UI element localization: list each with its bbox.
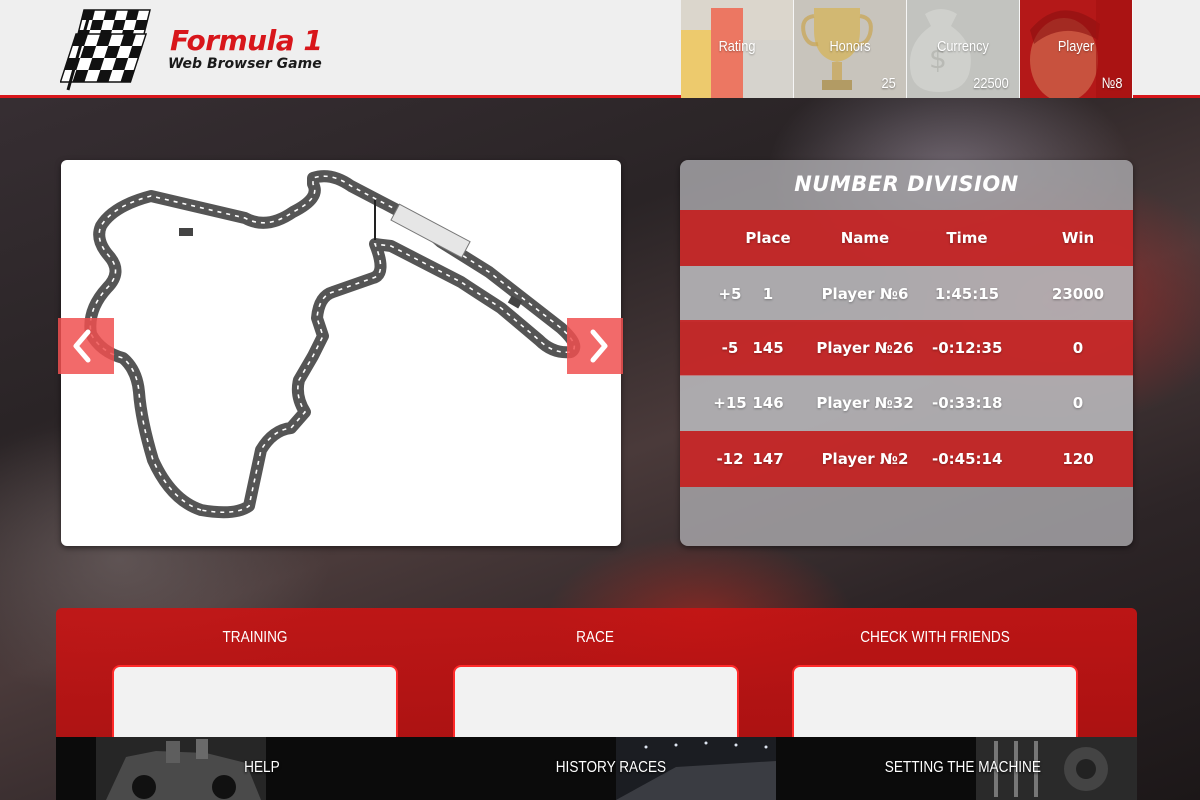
history-races-label: HISTORY RACES	[555, 759, 667, 776]
mode-race-label: RACE	[576, 629, 614, 646]
setting-the-machine-button[interactable]: SETTING THE MACHINE	[776, 737, 1137, 800]
prev-track-button[interactable]	[58, 318, 114, 374]
row-place: 147	[752, 450, 784, 468]
row-time: -0:33:18	[932, 394, 1003, 412]
game-logo[interactable]: Formula 1 Web Browser Game	[59, 6, 330, 92]
chevron-right-icon	[590, 329, 608, 363]
pit-crew-icon	[96, 737, 266, 800]
checkered-flag-icon	[59, 9, 151, 91]
help-label: HELP	[244, 759, 280, 776]
mode-friends-label: CHECK WITH FRIENDS	[860, 629, 1010, 646]
help-button[interactable]: HELP	[56, 737, 416, 800]
stat-currency[interactable]: $ Currency 22500	[907, 0, 1020, 98]
mode-training-label: TRAINING	[222, 629, 288, 646]
stat-player-label: Player	[1057, 38, 1095, 55]
table-row[interactable]: +5 1 Player №6 1:45:15 23000	[680, 266, 1133, 322]
stat-player-value: №8	[1101, 75, 1122, 92]
row-name: Player №26	[816, 339, 914, 357]
bottom-menu: HELP HISTORY RACES SETTING THE MACHINE	[56, 737, 1137, 800]
track-map-panel	[61, 160, 621, 546]
stat-rating[interactable]: Rating	[681, 0, 794, 98]
setting-the-machine-label: SETTING THE MACHINE	[884, 759, 1041, 776]
row-place: 146	[752, 394, 784, 412]
row-time: -0:12:35	[932, 339, 1003, 357]
header-time: Time	[946, 229, 988, 247]
table-header-row: Place Name Time Win	[680, 210, 1133, 266]
table-row[interactable]: +15 146 Player №32 -0:33:18 0	[680, 375, 1133, 431]
division-table: NUMBER DIVISION Place Name Time Win +5 1…	[680, 160, 1133, 546]
header-place: Place	[745, 229, 791, 247]
row-place: 1	[762, 285, 774, 303]
stat-currency-label: Currency	[937, 38, 989, 55]
stat-rating-label: Rating	[718, 38, 756, 55]
next-track-button[interactable]	[567, 318, 623, 374]
stat-currency-value: 22500	[973, 75, 1009, 92]
logo-subtitle: Web Browser Game	[168, 56, 322, 72]
row-win: 120	[1062, 450, 1094, 468]
row-name: Player №2	[821, 450, 909, 468]
stat-honors-label: Honors	[829, 38, 871, 55]
history-races-button[interactable]: HISTORY RACES	[416, 737, 776, 800]
row-name: Player №32	[816, 394, 914, 412]
logo-title: Formula 1	[170, 24, 323, 57]
stat-player[interactable]: Player №8	[1020, 0, 1133, 98]
stat-honors-value: 25	[881, 75, 896, 92]
header-name: Name	[840, 229, 890, 247]
race-track-map	[84, 170, 581, 519]
row-win: 23000	[1051, 285, 1105, 303]
stat-honors[interactable]: Honors 25	[794, 0, 907, 98]
table-row[interactable]: -5 145 Player №26 -0:12:35 0	[680, 320, 1133, 376]
player-stats: Rating Honors 25 $ Currency 22500 Player…	[681, 0, 1133, 98]
row-time: 1:45:15	[934, 285, 1000, 303]
row-win: 0	[1072, 394, 1084, 412]
row-win: 0	[1072, 339, 1084, 357]
chevron-left-icon	[73, 329, 91, 363]
row-place: 145	[752, 339, 784, 357]
row-name: Player №6	[821, 285, 909, 303]
row-time: -0:45:14	[932, 450, 1003, 468]
top-header: Formula 1 Web Browser Game Rating Honors…	[0, 0, 1200, 98]
header-win: Win	[1061, 229, 1095, 247]
table-row[interactable]: -12 147 Player №2 -0:45:14 120	[680, 431, 1133, 487]
division-title: NUMBER DIVISION	[794, 172, 1019, 196]
